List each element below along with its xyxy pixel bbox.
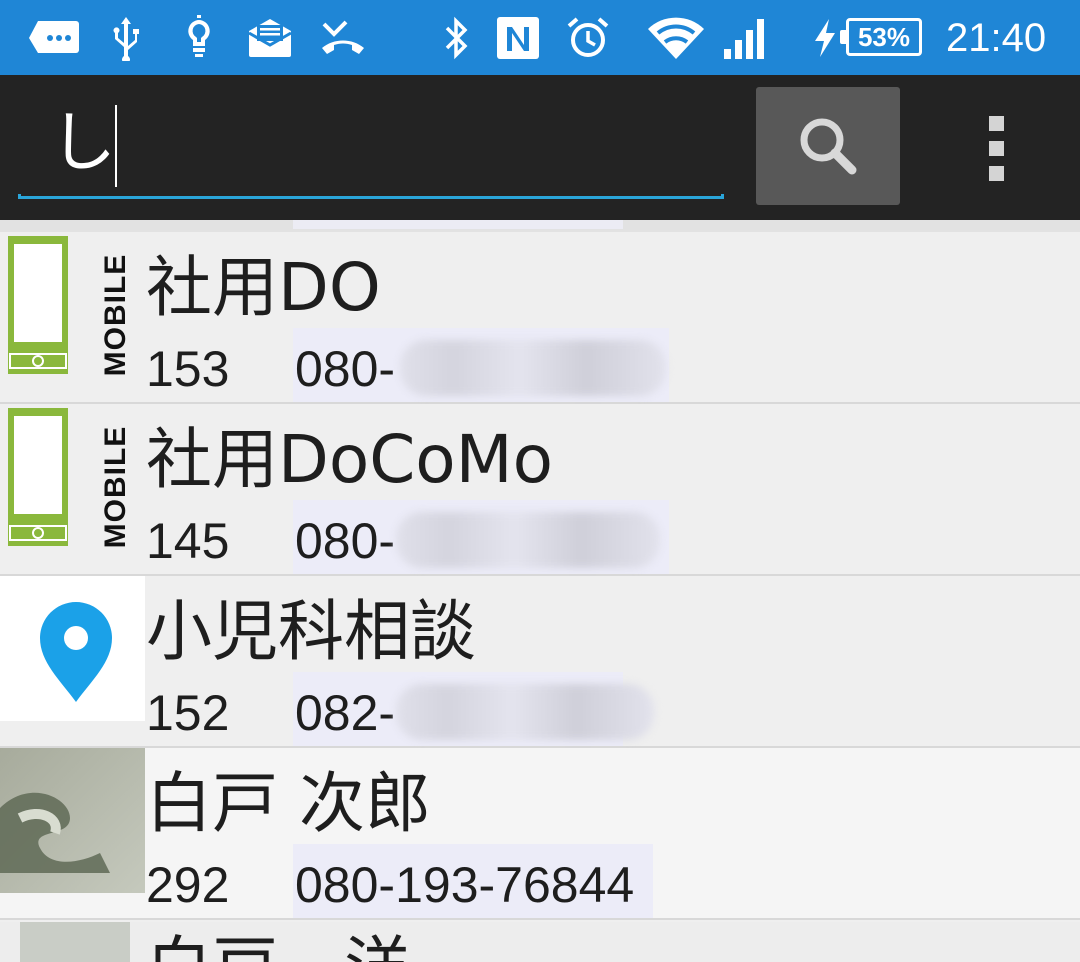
avatar-label: MOBILE — [99, 425, 132, 549]
mobile-phone-icon: MOBILE — [0, 232, 145, 377]
contact-name: 社用DO — [146, 249, 381, 326]
phone-number[interactable]: 080- — [295, 510, 395, 572]
mobile-phone-icon: MOBILE — [0, 404, 145, 549]
photo-avatar — [0, 748, 145, 893]
contact-list[interactable]: MOBILE 社用DO 153 080- MOBILE 社用DoCoMo 145… — [0, 220, 1080, 962]
bluetooth-icon — [440, 14, 472, 62]
overflow-dot — [988, 140, 1004, 156]
redacted-blur — [396, 684, 654, 740]
wifi-icon — [646, 14, 706, 62]
missed-call-icon — [318, 14, 368, 62]
search-icon — [800, 118, 857, 175]
nfc-icon — [494, 14, 542, 62]
contact-row[interactable]: 白戸 次郎 292 080-193-76844 — [0, 748, 1080, 920]
list-top-edge-highlight — [293, 220, 623, 229]
lightbulb-icon — [182, 14, 216, 62]
battery-icon: 53% — [840, 18, 922, 56]
phone-number[interactable]: 080- — [295, 338, 395, 400]
status-bar: 53% 21:40 — [0, 0, 1080, 75]
contact-row[interactable]: MOBILE 社用DO 153 080- — [0, 232, 1080, 404]
usb-icon — [108, 14, 144, 62]
speed-dial-number: 153 — [146, 341, 230, 397]
search-button[interactable] — [756, 87, 900, 205]
speed-dial-number: 292 — [146, 857, 230, 913]
speed-dial-number: 145 — [146, 513, 230, 569]
avatar-label: MOBILE — [99, 253, 132, 377]
alarm-icon — [566, 14, 610, 62]
contact-name: 白戸 洋 — [146, 922, 410, 962]
contact-row-partial[interactable]: 白戸 洋 — [0, 922, 1080, 962]
search-input[interactable]: し — [50, 103, 116, 183]
phone-number[interactable]: 082- — [295, 682, 395, 744]
contact-row[interactable]: MOBILE 社用DoCoMo 145 080- — [0, 404, 1080, 576]
phone-number[interactable]: 080-193-76844 — [295, 854, 634, 916]
redacted-blur — [396, 512, 660, 568]
overflow-dot — [988, 165, 1004, 181]
overflow-menu-button[interactable] — [968, 108, 1024, 188]
charging-icon — [812, 14, 838, 62]
email-icon — [246, 14, 294, 62]
signal-icon — [722, 14, 768, 62]
map-pin-icon — [0, 576, 145, 721]
search-input-underline — [18, 194, 724, 199]
contact-name: 社用DoCoMo — [146, 421, 553, 498]
overflow-dot — [988, 115, 1004, 131]
clock: 21:40 — [946, 16, 1047, 60]
contact-name: 小児科相談 — [146, 593, 476, 670]
photo-avatar — [20, 922, 130, 962]
speed-dial-number: 152 — [146, 685, 230, 741]
redacted-blur — [400, 340, 666, 396]
contact-name: 白戸 次郎 — [146, 765, 431, 842]
contact-row[interactable]: 小児科相談 152 082- — [0, 576, 1080, 748]
text-cursor — [115, 105, 117, 187]
message-icon — [28, 14, 80, 62]
